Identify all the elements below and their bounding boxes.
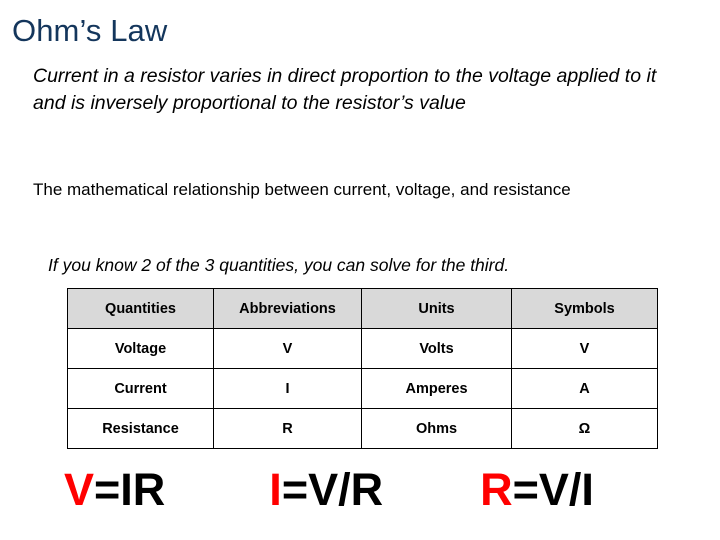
formula-rest-v: =IR: [94, 464, 166, 515]
formula-current: I=V/R: [269, 462, 383, 518]
cell-symbol: A: [511, 368, 658, 409]
cell-quantity: Current: [67, 368, 214, 409]
formula-row: V=IR I=V/R R=V/I: [0, 462, 720, 518]
paragraph-relationship: The mathematical relationship between cu…: [33, 180, 571, 199]
formula-rest-i: =V/R: [281, 464, 384, 515]
formula-rest-r: =V/I: [512, 464, 594, 515]
cell-quantity: Voltage: [67, 328, 214, 369]
table-row: Voltage V Volts V: [67, 328, 658, 369]
formula-resistance: R=V/I: [480, 462, 594, 518]
cell-abbreviation: R: [213, 408, 362, 449]
table-row: Resistance R Ohms Ω: [67, 408, 658, 449]
cell-unit: Amperes: [361, 368, 512, 409]
column-header-quantities: Quantities: [67, 288, 214, 329]
quantities-table: Quantities Abbreviations Units Symbols V…: [67, 288, 658, 449]
cell-symbol: Ω: [511, 408, 658, 449]
page-title: Ohm’s Law: [12, 13, 168, 48]
cell-quantity: Resistance: [67, 408, 214, 449]
cell-symbol: V: [511, 328, 658, 369]
formula-lead-r: R: [480, 464, 513, 515]
cell-unit: Volts: [361, 328, 512, 369]
column-header-symbols: Symbols: [511, 288, 658, 329]
formula-voltage: V=IR: [64, 462, 165, 518]
formula-lead-i: I: [269, 464, 282, 515]
table-row: Current I Amperes A: [67, 368, 658, 409]
formula-lead-v: V: [64, 464, 95, 515]
cell-unit: Ohms: [361, 408, 512, 449]
paragraph-definition: Current in a resistor varies in direct p…: [33, 65, 657, 114]
table-header-row: Quantities Abbreviations Units Symbols: [67, 288, 658, 329]
table-header: Quantities Abbreviations Units Symbols: [67, 288, 658, 329]
table-body: Voltage V Volts V Current I Amperes A Re…: [67, 328, 658, 449]
column-header-abbreviations: Abbreviations: [213, 288, 362, 329]
slide-canvas: Ohm’s Law Current in a resistor varies i…: [0, 0, 720, 540]
paragraph-hint: If you know 2 of the 3 quantities, you c…: [48, 255, 510, 275]
cell-abbreviation: I: [213, 368, 362, 409]
cell-abbreviation: V: [213, 328, 362, 369]
column-header-units: Units: [361, 288, 512, 329]
